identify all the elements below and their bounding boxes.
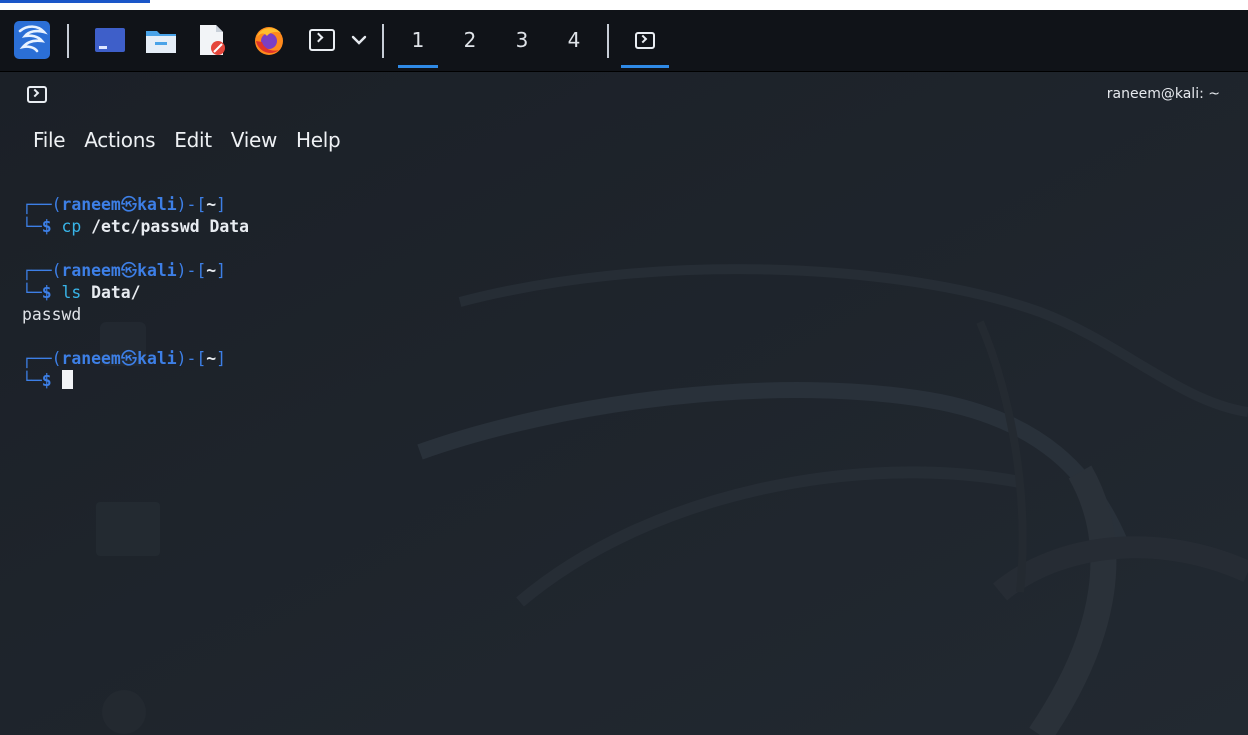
menu-edit[interactable]: Edit [174,128,212,152]
page-link-fragment[interactable] [0,0,150,3]
prompt-dir: ~ [206,261,217,280]
menu-file[interactable]: File [33,128,66,152]
terminal-output[interactable]: ┌──(raneem㉿kali)-[~] └─$ cp /etc/passwd … [22,194,1222,392]
taskbar-separator [67,24,69,58]
prompt-host: kali [137,195,177,214]
chevron-down-icon[interactable] [346,10,372,70]
menu-view[interactable]: View [231,128,278,152]
command-output: passwd [22,305,82,324]
prompt-header: ┌──(raneem㉿kali)-[~] [22,195,226,214]
prompt-user: raneem [61,195,121,214]
menu-bar: File Actions Edit View Help [33,128,359,152]
workspace-desktop-icon[interactable] [92,10,128,70]
prompt-host: kali [137,349,177,368]
prompt-dir: ~ [206,349,217,368]
command-line: └─$ cp /etc/passwd Data [22,217,250,236]
prompt-user: raneem [61,349,121,368]
command-name: ls [61,283,82,302]
workspace-3[interactable]: 3 [496,10,548,70]
prompt-user: raneem [61,261,121,280]
prompt-header: ┌──(raneem㉿kali)-[~] [22,261,226,280]
workspace-2[interactable]: 2 [444,10,496,70]
command-line: └─$ ls Data/ [22,283,141,302]
terminal-icon[interactable] [301,10,343,70]
page-strip [0,0,1248,10]
command-args: Data/ [81,283,141,302]
terminal-window: raneem@kali: ~ File Actions Edit View He… [0,72,1248,735]
open-window-terminal[interactable] [617,10,673,70]
command-name: cp [61,217,82,236]
terminal-icon [27,86,47,103]
menu-actions[interactable]: Actions [84,128,155,152]
file-manager-icon[interactable] [141,10,181,70]
taskbar-separator [607,24,609,58]
terminal-icon [635,31,655,49]
text-cursor [61,370,73,389]
menu-help[interactable]: Help [296,128,341,152]
window-titlebar: raneem@kali: ~ [0,72,1248,120]
taskbar-separator [382,24,384,58]
command-line-current[interactable]: └─$ [22,370,1222,392]
window-title: raneem@kali: ~ [1106,86,1220,102]
taskbar: 1 2 3 4 [0,10,1248,72]
prompt-dir: ~ [206,195,217,214]
text-editor-icon[interactable] [192,10,232,70]
command-args: /etc/passwd Data [81,217,250,236]
firefox-icon[interactable] [249,10,289,70]
prompt-host: kali [137,261,177,280]
kali-dragon-icon[interactable] [12,10,52,70]
workspace-4[interactable]: 4 [548,10,600,70]
prompt-header: ┌──(raneem㉿kali)-[~] [22,349,226,368]
terminal-glyph [309,29,335,51]
kali-wallpaper [0,72,1248,735]
workspace-1[interactable]: 1 [392,10,444,70]
